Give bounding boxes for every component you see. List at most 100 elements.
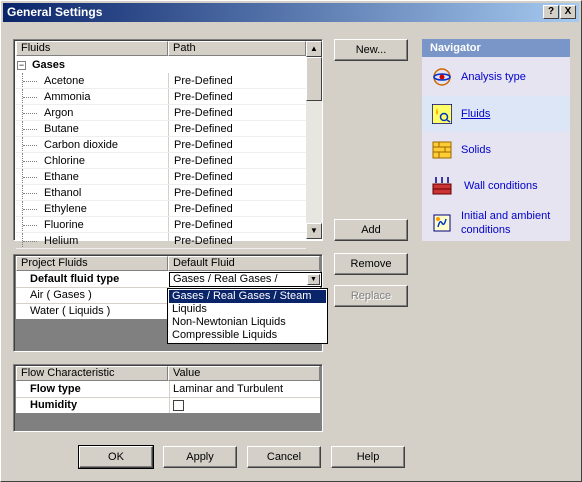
project-fluids-header[interactable]: Project Fluids <box>16 256 168 271</box>
column-divider <box>168 105 169 121</box>
fluid-path: Pre-Defined <box>174 107 233 119</box>
help-button[interactable]: Help <box>331 446 405 468</box>
gases-group-row[interactable]: − Gases <box>16 57 306 73</box>
default-fluid-type-combo[interactable]: Gases / Real Gases / ▼ <box>169 272 322 287</box>
fluid-name: Argon <box>44 107 74 119</box>
scroll-down-icon[interactable]: ▼ <box>306 223 322 239</box>
fluid-row[interactable]: Carbon dioxide Pre-Defined <box>16 137 306 153</box>
solids-icon <box>432 141 452 159</box>
navigator-panel: Navigator Analysis type Fluids Solids Wa… <box>422 39 570 241</box>
fluid-name: Chlorine <box>44 155 85 167</box>
column-divider <box>168 137 169 153</box>
row-divider <box>16 248 306 249</box>
fluids-column-header[interactable]: Fluids <box>16 41 168 56</box>
tree-line <box>23 145 37 146</box>
flow-characteristic-header[interactable]: Flow Characteristic <box>16 366 168 381</box>
fluid-path: Pre-Defined <box>174 187 233 199</box>
tree-line <box>23 225 37 226</box>
fluid-row[interactable]: Acetone Pre-Defined <box>16 73 306 89</box>
value-header[interactable]: Value <box>168 366 320 381</box>
fluid-path: Pre-Defined <box>174 235 233 247</box>
ok-button[interactable]: OK <box>78 445 154 469</box>
tree-line <box>23 193 37 194</box>
fluid-row[interactable]: Butane Pre-Defined <box>16 121 306 137</box>
navigator-title: Navigator <box>422 39 570 57</box>
dropdown-option[interactable]: Gases / Real Gases / Steam <box>169 290 326 303</box>
nav-item-initial-conditions[interactable]: Initial and ambient conditions <box>422 205 570 241</box>
fluids-scrollbar[interactable]: ▲ ▼ <box>306 41 322 239</box>
replace-button[interactable]: Replace <box>334 285 408 307</box>
tree-line <box>23 161 37 162</box>
nav-label[interactable]: Analysis type <box>461 71 526 83</box>
column-divider <box>168 73 169 89</box>
window-title: General Settings <box>7 5 103 19</box>
tree-line <box>23 177 37 178</box>
fluid-row[interactable]: Argon Pre-Defined <box>16 105 306 121</box>
wall-conditions-icon <box>432 177 452 195</box>
fluid-row[interactable]: Ethanol Pre-Defined <box>16 185 306 201</box>
fluid-path: Pre-Defined <box>174 219 233 231</box>
scroll-up-icon[interactable]: ▲ <box>306 41 322 57</box>
fluid-path: Pre-Defined <box>174 203 233 215</box>
combo-dropdown-icon[interactable]: ▼ <box>307 274 320 285</box>
humidity-checkbox[interactable] <box>173 400 184 411</box>
remove-button[interactable]: Remove <box>334 253 408 275</box>
column-divider <box>168 233 169 249</box>
fluid-path: Pre-Defined <box>174 75 233 87</box>
nav-item-analysis-type[interactable]: Analysis type <box>422 59 570 95</box>
fluid-row[interactable]: Helium Pre-Defined <box>16 233 306 249</box>
new-button[interactable]: New... <box>334 39 408 61</box>
fluid-path: Pre-Defined <box>174 171 233 183</box>
add-button[interactable]: Add <box>334 219 408 241</box>
fluid-row[interactable]: Ethylene Pre-Defined <box>16 201 306 217</box>
nav-label[interactable]: Wall conditions <box>464 180 538 192</box>
gases-group-label: Gases <box>32 59 66 71</box>
column-divider <box>168 89 169 105</box>
default-fluid-header[interactable]: Default Fluid <box>168 256 320 271</box>
help-title-button[interactable]: ? <box>543 5 559 19</box>
nav-item-wall-conditions[interactable]: Wall conditions <box>422 168 570 204</box>
path-column-header[interactable]: Path <box>168 41 306 56</box>
dropdown-option[interactable]: Non-Newtonian Liquids <box>169 316 326 329</box>
nav-item-solids[interactable]: Solids <box>422 132 570 168</box>
fluid-row[interactable]: Ammonia Pre-Defined <box>16 89 306 105</box>
scroll-thumb[interactable] <box>306 57 322 101</box>
tree-line <box>23 241 37 242</box>
fluid-name: Fluorine <box>44 219 84 231</box>
tree-line <box>23 81 37 82</box>
column-divider <box>168 169 169 185</box>
flow-type-value[interactable]: Laminar and Turbulent <box>173 381 283 397</box>
nav-item-fluids[interactable]: Fluids <box>422 96 570 132</box>
tree-line <box>23 113 37 114</box>
fluid-name: Carbon dioxide <box>44 139 118 151</box>
project-fluid-row[interactable]: Air ( Gases ) <box>30 287 92 303</box>
fluids-icon <box>432 104 452 124</box>
nav-label[interactable]: Solids <box>461 144 491 156</box>
flow-type-label: Flow type <box>30 383 81 395</box>
fluid-row[interactable]: Chlorine Pre-Defined <box>16 153 306 169</box>
fluid-name: Ethylene <box>44 203 87 215</box>
fluid-row[interactable]: Fluorine Pre-Defined <box>16 217 306 233</box>
default-fluid-type-label: Default fluid type <box>30 273 120 285</box>
column-divider <box>168 217 169 233</box>
apply-button[interactable]: Apply <box>163 446 237 468</box>
fluid-name: Butane <box>44 123 79 135</box>
dropdown-option[interactable]: Compressible Liquids <box>169 329 326 342</box>
fluid-name: Ethanol <box>44 187 82 199</box>
analysis-type-icon <box>433 68 451 86</box>
tree-line <box>23 129 37 130</box>
nav-label[interactable]: Fluids <box>461 108 490 120</box>
flow-characteristic-table: Flow Characteristic Value Flow type Lami… <box>13 364 323 432</box>
title-bar[interactable]: General Settings ? X <box>3 3 579 22</box>
fluid-name: Ethane <box>44 171 79 183</box>
dropdown-option[interactable]: Liquids <box>169 303 326 316</box>
fluids-table: Fluids Path − Gases Acetone Pre-Defined Am… <box>13 39 323 249</box>
fluid-row[interactable]: Ethane Pre-Defined <box>16 169 306 185</box>
default-fluid-type-value: Gases / Real Gases / <box>173 273 278 285</box>
nav-label[interactable]: Initial and ambient conditions <box>461 209 561 237</box>
collapse-toggle-icon[interactable]: − <box>17 61 26 70</box>
cancel-button[interactable]: Cancel <box>247 446 321 468</box>
close-button[interactable]: X <box>560 5 576 19</box>
fluid-type-dropdown-list: Gases / Real Gases / Steam Liquids Non-New… <box>167 288 328 344</box>
project-fluid-row[interactable]: Water ( Liquids ) <box>30 303 110 319</box>
